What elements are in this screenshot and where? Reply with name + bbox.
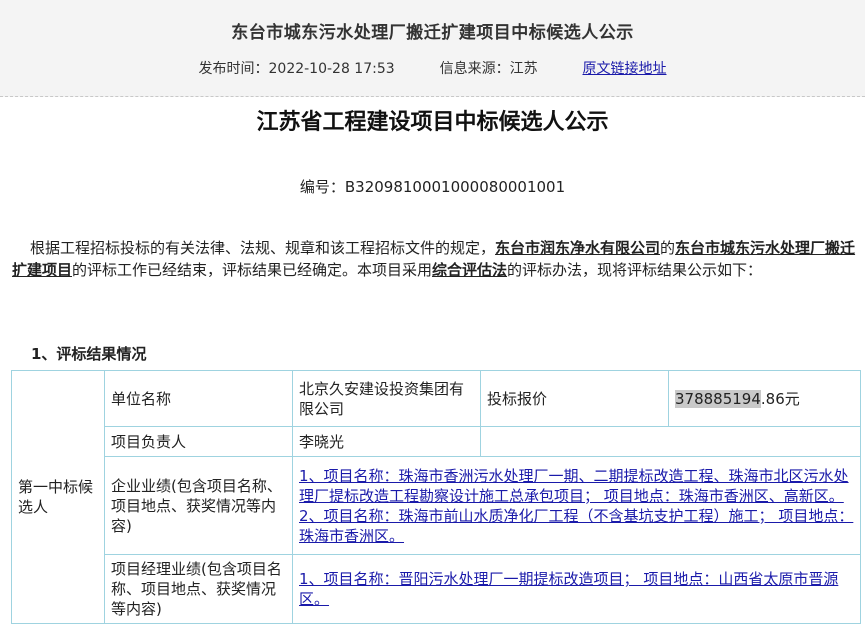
company-perf-text[interactable]: 1、项目名称：珠海市香洲污水处理厂一期、二期提标改造工程、珠海市北区污水处理厂提… (299, 467, 853, 545)
doc-number: 编号：B3209810001000080001001 (299, 178, 566, 196)
unit-label: 单位名称 (104, 370, 293, 427)
source-value: 江苏 (509, 61, 538, 77)
pm-perf-value[interactable]: 1、项目名称：晋阳污水处理厂一期提标改造项目； 项目地点：山西省太原市晋源区。 (292, 554, 861, 624)
bid-value: 378885194.86元 (668, 370, 861, 427)
manager-label: 项目负责人 (104, 426, 293, 457)
company-perf-value[interactable]: 1、项目名称：珠海市香洲污水处理厂一期、二期提标改造工程、珠海市北区污水处理厂提… (292, 456, 861, 555)
page-header: 东台市城东污水处理厂搬迁扩建项目中标候选人公示 发布时间：2022-10-28 … (0, 0, 865, 97)
result-table: 第一中标候选人 单位名称 北京久安建设投资集团有限公司 投标报价 3788851… (11, 370, 861, 624)
unit-value: 北京久安建设投资集团有限公司 (292, 370, 481, 427)
para-text-c: 的评标工作已经结束，评标结果已经确定。本项目采用 (72, 261, 433, 279)
publish-label: 发布时间： (198, 61, 269, 77)
bid-value-highlight: 378885194 (675, 389, 761, 408)
evaluation-method: 综合评估法 (432, 261, 508, 279)
para-text-d: 的评标办法，现将评标结果公示如下： (507, 261, 763, 279)
intro-paragraph: 根据工程招标投标的有关法律、法规、规章和该工程招标文件的规定，东台市润东净水有限… (12, 237, 857, 281)
meta-row: 发布时间：2022-10-28 17:53 信息来源：江苏 原文链接地址 (0, 58, 865, 78)
candidate-label: 第一中标候选人 (11, 370, 105, 624)
source-label: 信息来源： (439, 61, 510, 77)
company-perf-label: 企业业绩(包含项目名称、项目地点、获奖情况等内容) (104, 456, 293, 555)
section-title: 1、评标结果情况 (31, 345, 147, 363)
owner-name: 东台市润东净水有限公司 (495, 239, 661, 257)
pm-perf-label: 项目经理业绩(包含项目名称、项目地点、获奖情况等内容) (104, 554, 293, 624)
publish-time: 2022-10-28 17:53 (268, 61, 395, 77)
bid-value-rest: .86元 (760, 389, 800, 408)
para-text-a: 根据工程招标投标的有关法律、法规、规章和该工程招标文件的规定， (30, 239, 496, 257)
original-link[interactable]: 原文链接地址 (582, 61, 666, 77)
pm-perf-text[interactable]: 1、项目名称：晋阳污水处理厂一期提标改造项目； 项目地点：山西省太原市晋源区。 (299, 570, 838, 608)
manager-value: 李晓光 (292, 426, 481, 457)
bid-label: 投标报价 (480, 370, 669, 427)
manager-empty (480, 426, 861, 457)
doc-title: 江苏省工程建设项目中标候选人公示 (256, 110, 609, 135)
para-text-b: 的 (660, 239, 676, 257)
page-title: 东台市城东污水处理厂搬迁扩建项目中标候选人公示 (231, 23, 634, 43)
